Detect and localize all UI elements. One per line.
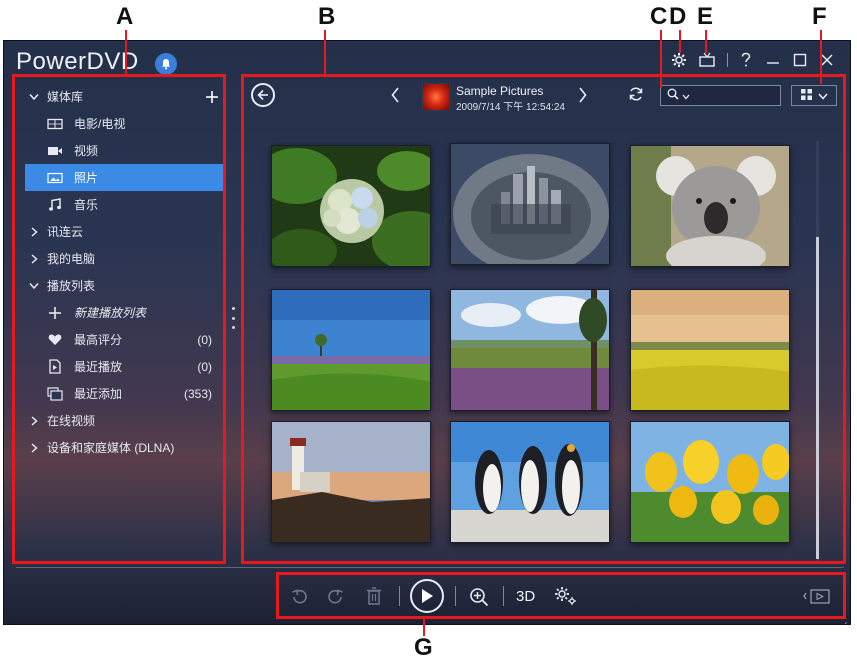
callout-label-b: B	[318, 3, 336, 30]
help-icon[interactable]	[736, 50, 756, 70]
tv-mode-icon[interactable]	[697, 50, 717, 70]
callout-line-g	[423, 618, 425, 636]
callout-line-a	[125, 30, 127, 75]
callout-label-d: D	[669, 3, 687, 30]
callout-line-f	[820, 30, 822, 84]
maximize-icon[interactable]	[790, 50, 810, 70]
title-bar-divider	[727, 53, 728, 67]
callout-box-b	[241, 74, 846, 564]
panel-splitter[interactable]	[231, 307, 235, 329]
callout-label-e: E	[697, 3, 714, 30]
callout-box-g	[276, 572, 846, 619]
app-title: PowerDVD	[16, 48, 139, 75]
callout-label-a: A	[116, 3, 134, 30]
callout-label-c: C	[650, 3, 668, 30]
callout-box-a	[12, 74, 226, 564]
callout-label-f: F	[812, 3, 827, 30]
toolbar-divider	[16, 567, 844, 568]
callout-line-b	[324, 30, 326, 75]
callout-label-g: G	[414, 634, 433, 661]
callout-line-d	[679, 30, 681, 53]
callout-line-c	[660, 30, 662, 88]
notification-bell-icon[interactable]	[155, 53, 177, 75]
settings-gear-icon[interactable]	[669, 50, 689, 70]
callout-line-e	[705, 30, 707, 53]
minimize-icon[interactable]	[763, 50, 783, 70]
